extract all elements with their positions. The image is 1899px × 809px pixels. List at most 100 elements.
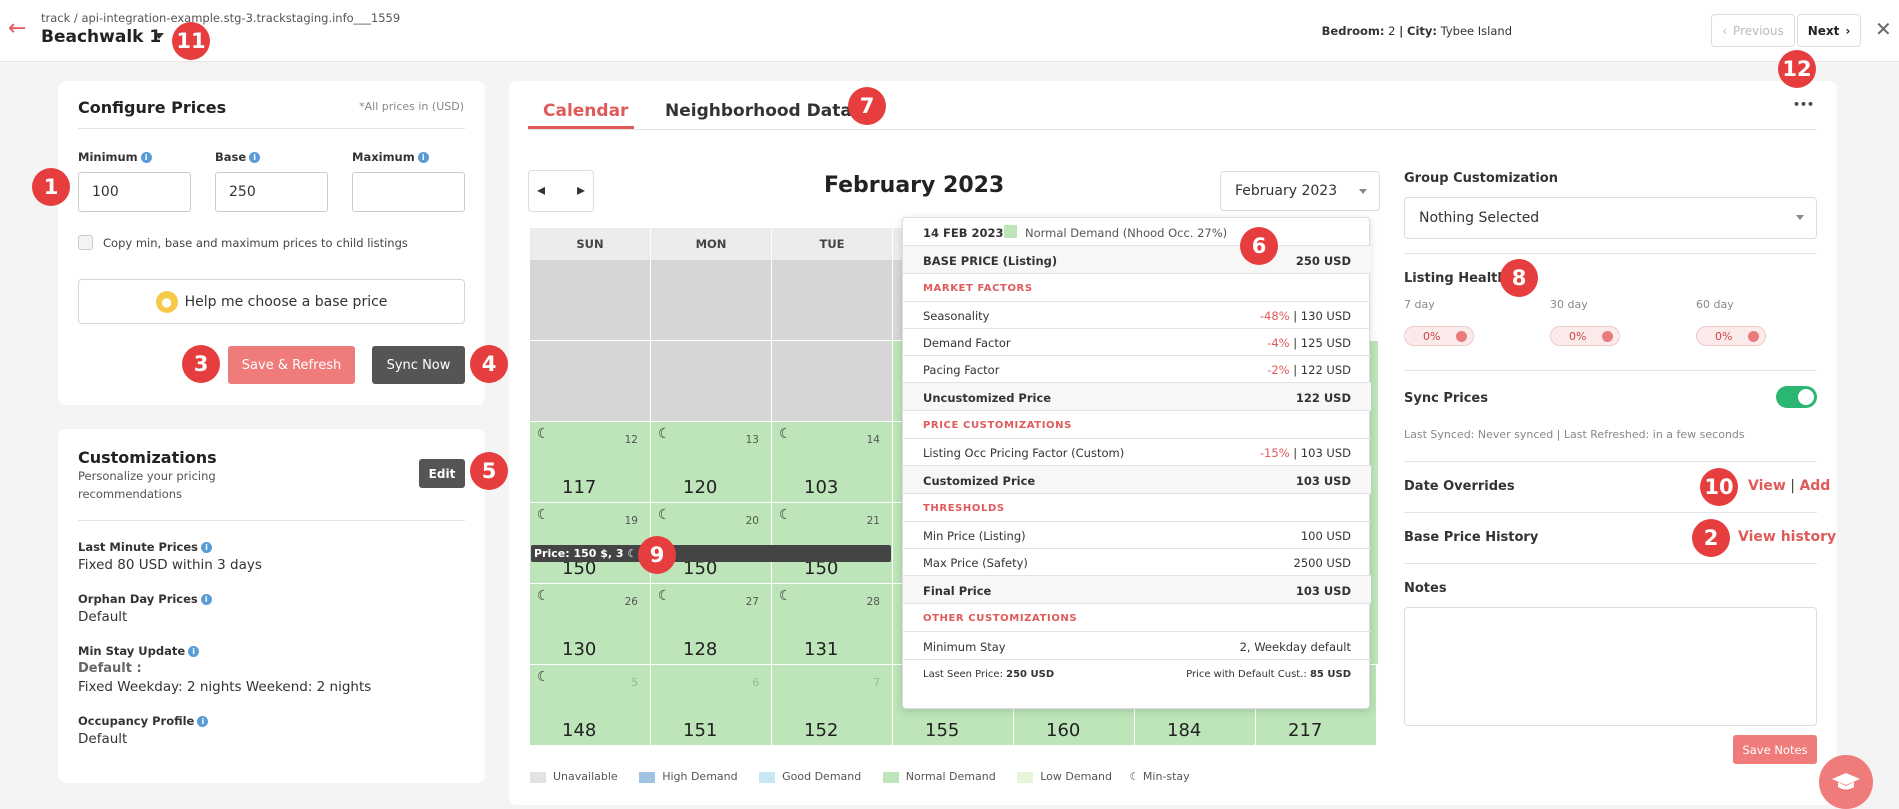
occ-factor-label: Listing Occ Pricing Factor (Custom) — [923, 446, 1125, 460]
calendar-cell[interactable] — [772, 341, 893, 422]
prev-month-icon[interactable]: ◂ — [537, 180, 545, 199]
sync-now-button[interactable]: Sync Now — [372, 346, 465, 384]
tab-neighborhood-data[interactable]: Neighborhood Datai — [665, 101, 866, 121]
calendar-cell[interactable]: ☾ 13 120 — [651, 422, 772, 503]
info-icon[interactable]: i — [197, 716, 209, 727]
month-select-value: February 2023 — [1235, 183, 1338, 199]
last-seen-value: 250 USD — [1006, 669, 1055, 680]
info-icon[interactable]: i — [140, 152, 152, 163]
calendar-cell[interactable]: ☾ 28 131 — [772, 584, 893, 665]
base-price-history-label: Base Price History — [1404, 530, 1539, 545]
tooltip-row: Demand Factor -4% | 125 USD — [903, 329, 1371, 356]
back-arrow-icon[interactable]: ← — [8, 18, 26, 40]
max-price-value: 2500 USD — [1293, 556, 1352, 570]
graduation-cap-icon[interactable] — [1819, 755, 1873, 809]
min-price-label: Min Price (Listing) — [923, 529, 1026, 543]
customized-label: Customized Price — [923, 474, 1036, 488]
price-breakdown-tooltip: 14 FEB 2023 Normal Demand (Nhood Occ. 27… — [902, 217, 1371, 709]
graduation-cap-svg — [1832, 773, 1860, 790]
chevron-down-icon — [1796, 215, 1804, 220]
close-icon[interactable]: ✕ — [1875, 17, 1892, 41]
previous-label: Previous — [1733, 23, 1784, 38]
legend-swatch-good — [759, 771, 776, 783]
orphan-day-label: Orphan Day Prices i — [78, 592, 212, 606]
minimum-label: Minimum i — [78, 150, 152, 164]
calendar-cell[interactable]: ☾ 5 148 — [530, 665, 651, 746]
listing-title[interactable]: Beachwalk 1 — [41, 27, 161, 47]
next-button[interactable]: Next › — [1797, 14, 1861, 47]
marker-5: 5 — [470, 452, 508, 490]
info-icon[interactable]: i — [188, 646, 200, 657]
moon-icon: ☾ — [627, 547, 638, 560]
calendar-cell[interactable]: ☾ 19 150 — [530, 503, 651, 584]
price-tooltip-bar: Price: 150 $, 3 ☾ — [531, 545, 891, 562]
date-overrides-label: Date Overrides — [1404, 479, 1515, 494]
calendar-cell[interactable] — [772, 260, 893, 341]
group-customization-select[interactable]: Nothing Selected — [1404, 197, 1817, 239]
thresholds-heading: THRESHOLDS — [923, 503, 1005, 514]
divider — [1404, 461, 1817, 462]
occupancy-profile-value: Default — [78, 731, 128, 747]
day-price: 160 — [1046, 720, 1081, 741]
previous-button[interactable]: ‹ Previous — [1711, 14, 1795, 47]
final-price-value: 103 USD — [1295, 584, 1351, 598]
calendar-cell[interactable]: ☾ 21 150 — [772, 503, 893, 584]
legend-normal: Normal Demand — [905, 770, 996, 783]
next-month-icon[interactable]: ▸ — [577, 180, 585, 199]
view-history-link[interactable]: View history — [1738, 529, 1836, 545]
day-number: 12 — [624, 434, 638, 446]
more-options-icon[interactable]: ••• — [1793, 98, 1814, 111]
info-icon[interactable]: i — [417, 152, 429, 163]
marker-10: 10 — [1700, 468, 1738, 506]
base-price-input[interactable]: 250 — [215, 172, 328, 212]
view-overrides-link[interactable]: View — [1748, 478, 1786, 494]
tooltip-row: Pacing Factor -2% | 122 USD — [903, 356, 1371, 383]
customizations-subtitle-1: Personalize your pricing — [78, 469, 216, 483]
moon-icon: ☾ — [779, 507, 792, 523]
calendar-cell[interactable]: 6 151 — [651, 665, 772, 746]
calendar-cell[interactable] — [651, 260, 772, 341]
help-choose-base-price-button[interactable]: ● Help me choose a base price — [78, 279, 465, 324]
sync-prices-toggle[interactable] — [1776, 386, 1817, 408]
notes-textarea[interactable] — [1404, 607, 1817, 726]
tabs-divider — [528, 129, 1817, 130]
info-icon[interactable]: i — [200, 594, 212, 605]
moon-icon: ☾ — [658, 426, 671, 442]
moon-icon: ☾ — [537, 588, 550, 604]
calendar-cell[interactable]: 7 152 — [772, 665, 893, 746]
month-select[interactable]: February 2023 — [1220, 171, 1380, 211]
save-refresh-button[interactable]: Save & Refresh — [228, 346, 355, 384]
calendar-cell[interactable] — [530, 260, 651, 341]
moon-icon: ☾ — [779, 588, 792, 604]
calendar-cell[interactable]: ☾ 14 103 — [772, 422, 893, 503]
min-price-value: 100 USD — [1300, 529, 1351, 543]
info-icon[interactable]: i — [201, 542, 212, 553]
health-7-day-pill: 0% — [1404, 326, 1474, 346]
alert-dot-icon — [1748, 331, 1759, 342]
calendar-cell[interactable]: ☾ 12 117 — [530, 422, 651, 503]
minimum-price-input[interactable]: 100 — [78, 172, 191, 212]
health-30-day-value: 0% — [1569, 329, 1587, 343]
tooltip-header: 14 FEB 2023 Normal Demand (Nhood Occ. 27… — [903, 218, 1371, 246]
tab-calendar[interactable]: Calendar — [543, 101, 628, 121]
lightbulb-icon: ● — [155, 290, 178, 313]
calendar-cell[interactable] — [1370, 341, 1379, 665]
edit-customizations-button[interactable]: Edit — [419, 459, 465, 488]
save-notes-button[interactable]: Save Notes — [1733, 735, 1817, 764]
calendar-cell[interactable]: ☾ 27 128 — [651, 584, 772, 665]
top-bar — [0, 0, 1899, 62]
base-label: Base i — [215, 150, 261, 164]
calendar-cell[interactable] — [530, 341, 651, 422]
info-icon[interactable]: i — [249, 152, 261, 163]
add-override-link[interactable]: Add — [1799, 478, 1830, 494]
day-price: 120 — [683, 477, 718, 498]
day-price: 152 — [804, 720, 839, 741]
maximum-price-input[interactable] — [352, 172, 465, 212]
moon-icon: ☾ — [1129, 770, 1140, 783]
health-7-day-value: 0% — [1423, 329, 1441, 343]
listing-dropdown-icon[interactable] — [154, 33, 164, 39]
calendar-cell[interactable]: ☾ 26 130 — [530, 584, 651, 665]
divider — [78, 520, 465, 521]
copy-prices-checkbox[interactable] — [78, 235, 93, 250]
calendar-cell[interactable] — [651, 341, 772, 422]
